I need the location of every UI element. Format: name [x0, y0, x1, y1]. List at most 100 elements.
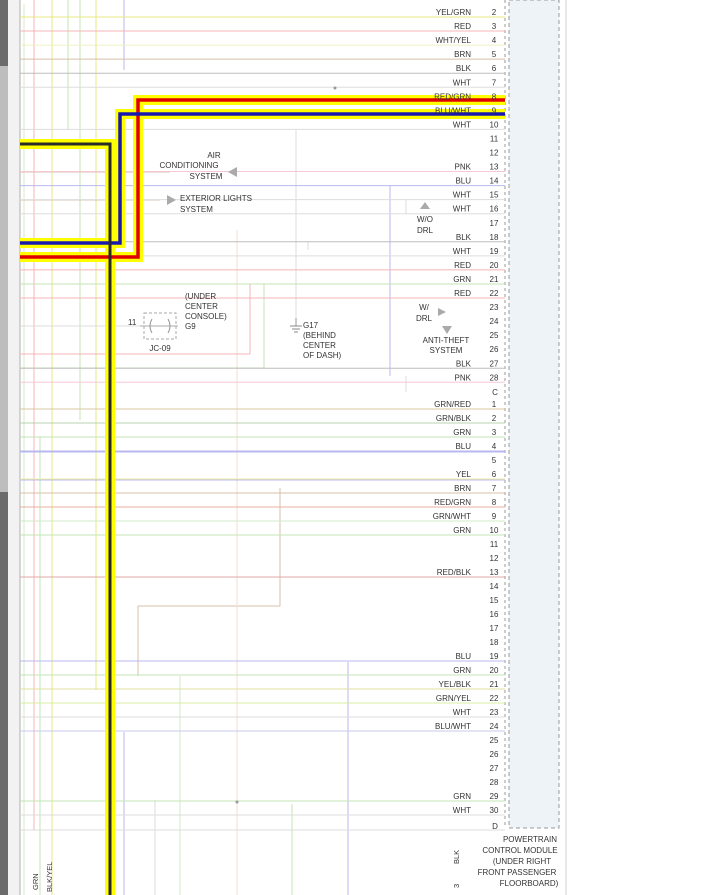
pin-number-b-5: 5 [492, 50, 497, 59]
pin-number-b-21: 21 [490, 275, 499, 284]
pin-number-c-26: 26 [490, 750, 499, 759]
g17-line-1: G17 [303, 321, 319, 330]
w-drl-line-2: DRL [416, 314, 433, 323]
pin-number-b-10: 10 [490, 120, 499, 129]
pin-number-c-19: 19 [490, 652, 499, 661]
pin-number-c-9: 9 [492, 512, 497, 521]
bottom-pin-label-3: 3 [452, 884, 461, 888]
g9-line-2: CENTER [185, 302, 218, 311]
pin-color-label-c-19: BLU [455, 652, 471, 661]
bottom-wire-label-blk: BLK [452, 850, 461, 864]
pin-color-label-c-4: BLU [455, 442, 471, 451]
bottom-wire-label-blk-yel: BLK/YEL [45, 862, 54, 892]
pin-color-label-b-14: BLU [455, 177, 471, 186]
pin-color-label-b-19: WHT [453, 247, 471, 256]
pin-number-b-17: 17 [490, 219, 499, 228]
pin-number-c-14: 14 [490, 582, 499, 591]
pin-color-label-b-28: PNK [455, 373, 472, 382]
pin-number-c-29: 29 [490, 792, 499, 801]
pin-number-b-6: 6 [492, 64, 497, 73]
g17-line-3: CENTER [303, 341, 336, 350]
wo-drl-line-1: W/O [417, 215, 433, 224]
pin-color-label-c-2: GRN/BLK [436, 414, 472, 423]
viewer-left-gutter [8, 0, 20, 895]
powertrain-control-module-body [508, 0, 560, 829]
vertical-scrollbar-thumb[interactable] [0, 66, 8, 492]
pin-number-c-11: 11 [490, 540, 499, 549]
pin-number-b-20: 20 [490, 261, 499, 270]
pin-number-b-18: 18 [490, 233, 499, 242]
exterior-lights-line-2: SYSTEM [180, 205, 213, 214]
pin-number-b-25: 25 [490, 331, 499, 340]
pin-number-c-15: 15 [490, 596, 499, 605]
schematic-canvas: YEL/GRN 2 RED 3 WHT/YEL 4 BRN 5 BLK 6 WHT 7 RED/GRN 8… [0, 0, 708, 895]
pin-color-label-b-20: RED [454, 261, 471, 270]
pin-number-c-21: 21 [490, 680, 499, 689]
pin-color-label-c-1: GRN/RED [434, 400, 471, 409]
g17-line-4: OF DASH) [303, 351, 342, 360]
connector-d-label: D [492, 822, 498, 831]
g17-line-2: (BEHIND [303, 331, 336, 340]
pin-number-c-18: 18 [490, 638, 499, 647]
pin-number-c-22: 22 [490, 694, 499, 703]
pin-color-label-c-9: GRN/WHT [433, 512, 471, 521]
pin-color-label-c-10: GRN [453, 526, 471, 535]
pin-number-b-4: 4 [492, 36, 497, 45]
ac-label-line-3: SYSTEM [190, 172, 223, 181]
pin-number-c-8: 8 [492, 498, 497, 507]
connector-c-label: C [492, 388, 498, 397]
pin-number-c-28: 28 [490, 778, 499, 787]
pin-number-b-16: 16 [490, 205, 499, 214]
pin-color-label-c-21: YEL/BLK [439, 680, 472, 689]
pin-color-label-b-9: BLU/WHT [435, 106, 471, 115]
pin-color-label-b-7: WHT [453, 78, 471, 87]
pin-number-b-15: 15 [490, 191, 499, 200]
pin-number-b-24: 24 [490, 317, 499, 326]
pin-color-label-c-30: WHT [453, 806, 471, 815]
pin-color-label-b-22: RED [454, 289, 471, 298]
pin-color-label-c-20: GRN [453, 666, 471, 675]
pin-color-label-c-29: GRN [453, 792, 471, 801]
jc09-pin-number: 11 [128, 318, 137, 327]
ac-label-line-2: CONDITIONING [159, 161, 218, 170]
pin-number-c-1: 1 [492, 400, 497, 409]
pin-color-label-b-18: BLK [456, 233, 472, 242]
pin-color-label-c-24: BLU/WHT [435, 722, 471, 731]
exterior-lights-line-1: EXTERIOR LIGHTS [180, 194, 252, 203]
bottom-wire-label-grn: GRN [31, 873, 40, 890]
pcm-line-3: (UNDER RIGHT [493, 857, 551, 866]
pin-number-c-4: 4 [492, 442, 497, 451]
pin-color-label-b-2: YEL/GRN [436, 8, 471, 17]
pin-number-b-3: 3 [492, 22, 497, 31]
pin-number-b-22: 22 [490, 289, 499, 298]
pin-color-label-b-13: PNK [455, 163, 472, 172]
pin-number-c-7: 7 [492, 484, 497, 493]
wo-drl-line-2: DRL [417, 226, 434, 235]
pin-number-b-28: 28 [490, 373, 499, 382]
pin-number-b-9: 9 [492, 106, 497, 115]
pin-number-b-7: 7 [492, 78, 497, 87]
pin-number-c-24: 24 [490, 722, 499, 731]
pin-number-b-8: 8 [492, 92, 497, 101]
pin-color-label-b-27: BLK [456, 359, 472, 368]
pin-number-c-13: 13 [490, 568, 499, 577]
pin-number-c-16: 16 [490, 610, 499, 619]
pin-number-c-27: 27 [490, 764, 499, 773]
pin-number-c-30: 30 [490, 806, 499, 815]
pin-number-c-2: 2 [492, 414, 497, 423]
pin-number-c-6: 6 [492, 470, 497, 479]
pin-number-b-27: 27 [490, 359, 499, 368]
pcm-line-4: FRONT PASSENGER [478, 868, 557, 877]
pin-color-label-b-16: WHT [453, 205, 471, 214]
pin-number-c-23: 23 [490, 708, 499, 717]
g9-line-3: CONSOLE) [185, 312, 227, 321]
pin-number-c-10: 10 [490, 526, 499, 535]
anti-theft-line-2: SYSTEM [430, 346, 463, 355]
pin-color-label-b-10: WHT [453, 120, 471, 129]
pin-color-label-b-6: BLK [456, 64, 472, 73]
anti-theft-line-1: ANTI-THEFT [423, 336, 470, 345]
pin-color-label-c-13: RED/BLK [437, 568, 472, 577]
wiring-diagram-viewer: { "colors": { "page_bg": "#ffffff", "lef… [0, 0, 708, 895]
pin-number-c-3: 3 [492, 428, 497, 437]
pin-number-b-13: 13 [490, 163, 499, 172]
